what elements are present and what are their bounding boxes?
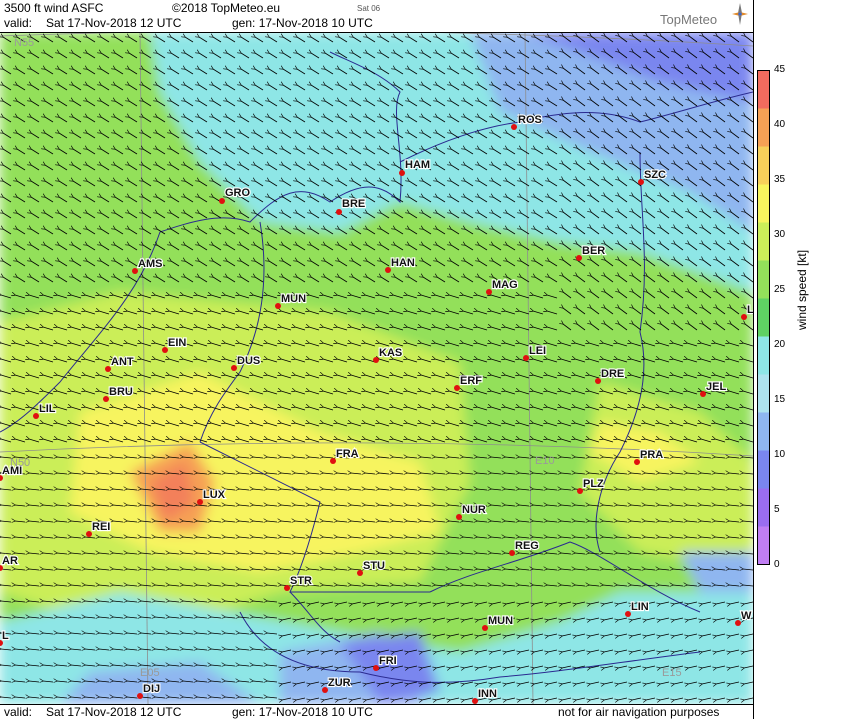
city-label: REI: [92, 521, 110, 533]
colorbar-segment: [757, 412, 770, 451]
city-label: STU: [363, 560, 385, 572]
colorbar-segment: [757, 336, 770, 375]
grid-label: N55: [14, 37, 34, 49]
copyright: ©2018 TopMeteo.eu: [172, 1, 281, 15]
colorbar-tick-label: 45: [774, 64, 786, 75]
colorbar-segment: [757, 450, 770, 489]
day-tag: Sat 06: [357, 4, 381, 13]
city-label: ERF: [460, 375, 482, 387]
colorbar-tick-label: 15: [774, 394, 786, 405]
city-label: DUS: [237, 355, 260, 367]
city-label: ANT: [111, 356, 134, 368]
colorbar-panel: 45 40 35 30 25 20 15 10 5 0: [753, 0, 845, 719]
colorbar-tick-label: 5: [774, 504, 780, 515]
city-label: PRA: [640, 449, 663, 461]
compass-logo-icon: [732, 3, 748, 25]
colorbar-segment: [757, 298, 770, 337]
city-label: MUN: [488, 615, 513, 627]
colorbar-segment: [757, 108, 770, 147]
header-bar: 3500 ft wind ASFC ©2018 TopMeteo.eu vali…: [0, 0, 753, 33]
colorbar-tick-label: 35: [774, 174, 786, 185]
city-label: BER: [582, 245, 605, 257]
colorbar-segment: [757, 146, 770, 185]
city-label: HAM: [405, 159, 430, 171]
city-label: STR: [290, 575, 312, 587]
city-label: BRE: [342, 198, 365, 210]
wind-map: ROS HAM SZC GRO BRE BER AMS HAN MAG MUN L EIN LEI ANT…: [0, 32, 753, 704]
city-dot: [511, 124, 517, 130]
city-label: LUX: [203, 489, 226, 501]
colorbar-segment: [757, 488, 770, 527]
city-label: EIN: [168, 337, 186, 349]
city-label: FRA: [336, 448, 359, 460]
colorbar-tick-label: 10: [774, 449, 786, 460]
city-label: MAG: [492, 279, 518, 291]
colorbar-segment: [757, 222, 770, 261]
footer-bar: valid: Sat 17-Nov-2018 12 UTC gen: 17-No…: [0, 704, 753, 720]
valid-time: Sat 17-Nov-2018 12 UTC: [46, 16, 182, 30]
footer-disclaimer: not for air navigation purposes: [558, 705, 720, 719]
brand-logo-text: TopMeteo: [660, 12, 718, 27]
city-label: DRE: [601, 368, 624, 380]
city-label: FRI: [379, 655, 397, 667]
city-label: ZUR: [328, 677, 351, 689]
colorbar-tick-label: 25: [774, 284, 786, 295]
gen-time: gen: 17-Nov-2018 10 UTC: [232, 16, 373, 30]
city-label: L: [2, 630, 9, 642]
city-label: NUR: [462, 504, 486, 516]
city-label: INN: [478, 688, 497, 700]
grid-label: E10: [535, 455, 555, 467]
valid-label: valid:: [4, 16, 33, 30]
city-label: LEI: [529, 345, 546, 357]
city-label: LIL: [39, 403, 56, 415]
city-label: HAN: [391, 257, 415, 269]
colorbar-tick-label: 30: [774, 229, 786, 240]
city-label: GRO: [225, 187, 251, 199]
grid-label: E15: [662, 667, 682, 679]
grid-label: N50: [10, 457, 30, 469]
map-frame: ROS HAM SZC GRO BRE BER AMS HAN MAG MUN L EIN LEI ANT…: [0, 0, 845, 720]
city-label: W: [741, 610, 752, 622]
city-label: BRU: [109, 386, 133, 398]
colorbar-unit-label: wind speed [kt]: [795, 249, 809, 330]
city-label: MUN: [281, 293, 306, 305]
city-label: ROS: [518, 114, 542, 126]
city-label: LIN: [631, 601, 649, 613]
footer-gen-time: gen: 17-Nov-2018 10 UTC: [232, 705, 373, 719]
city-label: REG: [515, 540, 539, 552]
colorbar-tick-label: 20: [774, 339, 786, 350]
city-label: PLZ: [583, 478, 604, 490]
colorbar-segment: [757, 526, 770, 565]
colorbar-segment: [757, 184, 770, 223]
colorbar-tick-label: 0: [774, 559, 780, 570]
city-label: SZC: [644, 169, 666, 181]
colorbar-segment: [757, 374, 770, 413]
city-label: AMS: [138, 258, 162, 270]
colorbar: [757, 70, 770, 565]
footer-valid-label: valid:: [4, 705, 33, 719]
colorbar-segment: [757, 70, 770, 109]
grid-label: E05: [140, 667, 160, 679]
city-label: AR: [2, 555, 18, 567]
colorbar-segment: [757, 260, 770, 299]
city-label: JEL: [706, 381, 726, 393]
footer-valid-time: Sat 17-Nov-2018 12 UTC: [46, 705, 182, 719]
product-title: 3500 ft wind ASFC: [4, 1, 104, 15]
colorbar-tick-label: 40: [774, 119, 786, 130]
city-label: DIJ: [143, 683, 160, 695]
city-label: KAS: [379, 347, 402, 359]
